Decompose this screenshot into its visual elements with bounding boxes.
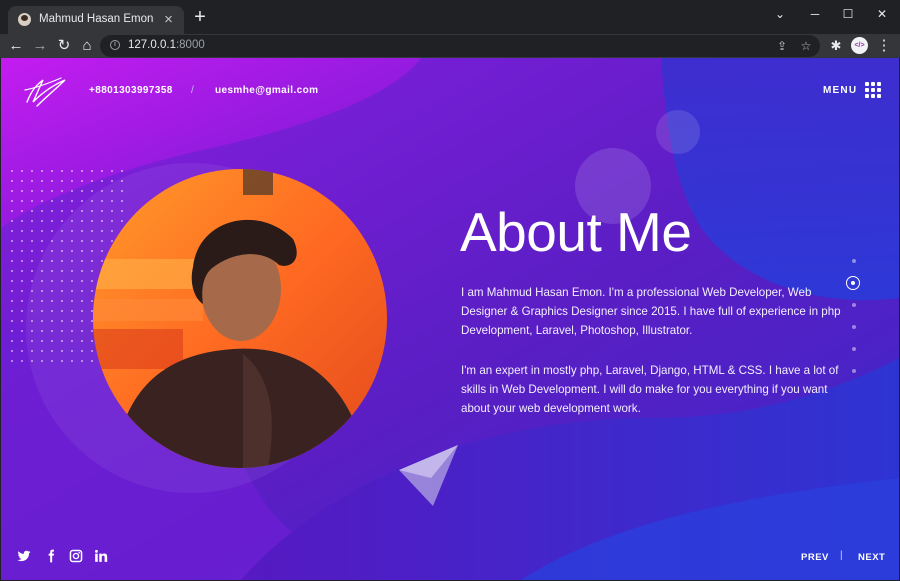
section-dot[interactable] <box>852 369 856 373</box>
browser-toolbar: ← → ↻ ⌂ i 127.0.0.1:8000 ⇪ ☆ ✱ </> ⋮ <box>0 34 900 58</box>
linkedin-icon[interactable] <box>94 549 108 563</box>
about-paragraph-1: I am Mahmud Hasan Emon. I'm a profession… <box>461 286 841 337</box>
instagram-icon[interactable] <box>69 549 83 563</box>
close-window-button[interactable]: ✕ <box>865 0 899 28</box>
phone-link[interactable]: +8801303997358 <box>89 85 173 96</box>
email-link[interactable]: uesmhe@gmail.com <box>215 85 318 96</box>
profile-avatar[interactable]: </> <box>851 37 868 54</box>
tab-close-icon[interactable]: × <box>161 12 176 27</box>
new-tab-button[interactable]: + <box>190 7 210 28</box>
share-icon[interactable]: ⇪ <box>773 37 791 55</box>
section-dot[interactable] <box>852 325 856 329</box>
url-host: 127.0.0.1 <box>128 39 176 51</box>
facebook-icon[interactable] <box>44 549 58 563</box>
contact-separator: / <box>191 85 194 96</box>
section-dot-active[interactable] <box>846 276 860 290</box>
menu-label[interactable]: MENU <box>823 85 857 96</box>
prev-button[interactable]: PREV <box>801 552 829 563</box>
address-bar[interactable]: i 127.0.0.1:8000 ⇪ ☆ <box>100 35 820 57</box>
browser-tab[interactable]: Mahmud Hasan Emon × <box>8 6 184 34</box>
page-title: About Me <box>460 201 692 263</box>
page-viewport: +8801303997358 / uesmhe@gmail.com MENU A… <box>1 58 899 580</box>
url-port: :8000 <box>175 39 205 51</box>
minimize-button[interactable]: ─ <box>798 0 832 28</box>
maximize-button[interactable]: ☐ <box>831 0 865 28</box>
tab-title: Mahmud Hasan Emon <box>39 13 154 25</box>
back-button[interactable]: ← <box>6 36 26 56</box>
forward-button[interactable]: → <box>30 36 50 56</box>
section-dot[interactable] <box>852 347 856 351</box>
next-button[interactable]: NEXT <box>858 552 885 563</box>
twitter-icon[interactable] <box>17 549 31 563</box>
url-text: 127.0.0.1:8000 <box>128 39 205 51</box>
menu-grid-icon[interactable] <box>865 82 881 98</box>
reload-button[interactable]: ↻ <box>54 36 74 56</box>
section-dot[interactable] <box>852 259 856 263</box>
bookmark-star-icon[interactable]: ☆ <box>797 37 815 55</box>
section-pagination <box>846 253 864 383</box>
section-dot[interactable] <box>852 303 856 307</box>
browser-window: Mahmud Hasan Emon × + ⌄ ─ ☐ ✕ ← → ↻ ⌂ i … <box>0 0 900 581</box>
site-info-icon[interactable]: i <box>110 40 120 50</box>
tab-strip: Mahmud Hasan Emon × + ⌄ ─ ☐ ✕ <box>0 0 900 34</box>
extensions-puzzle-icon[interactable]: ✱ <box>826 36 846 56</box>
signature-logo-icon[interactable] <box>21 72 69 110</box>
tab-favicon-icon <box>18 13 31 26</box>
footer-nav-separator: | <box>840 550 843 561</box>
browser-menu-icon[interactable]: ⋮ <box>874 36 894 56</box>
tab-search-chevron-icon[interactable]: ⌄ <box>763 0 797 28</box>
about-paragraph-2: I'm an expert in mostly php, Laravel, Dj… <box>461 364 839 415</box>
profile-photo <box>93 169 387 468</box>
home-button[interactable]: ⌂ <box>77 36 97 56</box>
